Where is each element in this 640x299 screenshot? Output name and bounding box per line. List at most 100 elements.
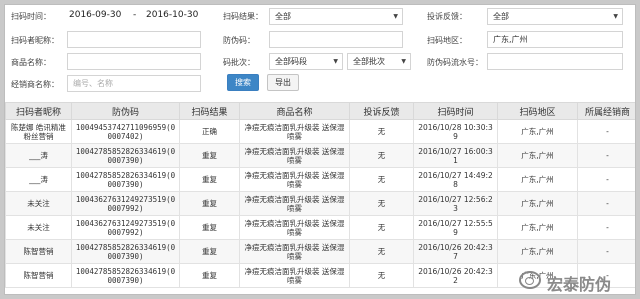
dealer-cell: - bbox=[577, 215, 635, 240]
product-cell: 净痘无痕洁面乳升级装 送保湿喷雾 bbox=[239, 143, 350, 168]
dealer-cell: - bbox=[577, 239, 635, 264]
time-cell: 2016/10/27 16:00:31 bbox=[413, 143, 498, 168]
region-cell: 广东,广州 bbox=[497, 167, 578, 192]
result-cell: 重复 bbox=[179, 143, 240, 168]
watermark-text: 宏泰防伪 bbox=[547, 275, 612, 294]
complaint-cell: 无 bbox=[349, 143, 414, 168]
complaint-cell: 无 bbox=[349, 119, 414, 144]
product-cell: 净痘无痕洁面乳升级装 送保湿喷雾 bbox=[239, 191, 350, 216]
region-cell: 广东,广州 bbox=[497, 119, 578, 144]
table-row[interactable]: 陈智营销 10042785852826334619(00007390) 重复 净… bbox=[5, 239, 635, 264]
region-cell: 广东,广州 bbox=[497, 239, 578, 264]
region-input[interactable]: 广东,广州 bbox=[487, 31, 623, 48]
complaint-cell: 无 bbox=[349, 215, 414, 240]
complaint-value: 全部 bbox=[493, 12, 509, 21]
scan-result-select[interactable]: 全部 ▼ bbox=[269, 8, 403, 25]
complaint-label: 投诉反馈： bbox=[427, 12, 467, 21]
time-cell: 2016/10/26 20:42:37 bbox=[413, 239, 498, 264]
complaint-cell: 无 bbox=[349, 191, 414, 216]
nickname-input[interactable] bbox=[67, 31, 201, 48]
table-row[interactable]: ___涛 10042785852826334619(00007390) 重复 净… bbox=[5, 143, 635, 168]
time-cell: 2016/10/27 12:55:59 bbox=[413, 215, 498, 240]
serial-label: 防伪码流水号： bbox=[427, 58, 483, 67]
table-row[interactable]: 未关注 10043627631249273519(00007992) 重复 净痘… bbox=[5, 215, 635, 240]
product-input[interactable] bbox=[67, 53, 201, 70]
nickname-cell: 未关注 bbox=[5, 191, 72, 216]
export-button[interactable]: 导出 bbox=[267, 74, 299, 91]
result-cell: 重复 bbox=[179, 263, 240, 288]
column-header[interactable]: 扫码地区 bbox=[497, 102, 578, 120]
anti-code-cell: 10043627631249273519(00007992) bbox=[71, 191, 180, 216]
anti-code-cell: 10042785852826334619(00007390) bbox=[71, 143, 180, 168]
anti-code-label: 防伪码： bbox=[223, 36, 255, 45]
dealer-label: 经销商名称： bbox=[11, 80, 59, 89]
column-header[interactable]: 商品名称 bbox=[239, 102, 350, 120]
result-cell: 重复 bbox=[179, 215, 240, 240]
result-cell: 重复 bbox=[179, 191, 240, 216]
serial-input[interactable] bbox=[487, 53, 623, 70]
result-cell: 重复 bbox=[179, 239, 240, 264]
results-table: 扫码者昵称 防伪码 扫码结果 商品名称 投诉反馈 扫码时间 扫码地区 所属经销商… bbox=[5, 102, 635, 288]
dropdown-arrow-icon: ▼ bbox=[401, 58, 406, 65]
table-row[interactable]: ___涛 10042785852826334619(00007390) 重复 净… bbox=[5, 167, 635, 192]
product-cell: 净痘无痕洁面乳升级装 送保湿喷雾 bbox=[239, 263, 350, 288]
column-header[interactable]: 所属经销商 bbox=[577, 102, 635, 120]
dropdown-arrow-icon: ▼ bbox=[393, 13, 398, 20]
product-cell: 净痘无痕洁面乳升级装 送保湿喷雾 bbox=[239, 119, 350, 144]
region-label: 扫码地区： bbox=[427, 36, 467, 45]
table-row[interactable]: 陈楚娜 皓讯精准粉丝营销 10049453742711096959(000074… bbox=[5, 119, 635, 144]
anti-code-cell: 10042785852826334619(00007390) bbox=[71, 239, 180, 264]
date-start-field[interactable]: 2016-09-30 bbox=[69, 10, 121, 20]
date-end-field[interactable]: 2016-10-30 bbox=[146, 10, 198, 20]
nickname-cell: ___涛 bbox=[5, 167, 72, 192]
dealer-cell: - bbox=[577, 143, 635, 168]
anti-code-cell: 10049453742711096959(00007402) bbox=[71, 119, 180, 144]
column-header[interactable]: 防伪码 bbox=[71, 102, 180, 120]
complaint-cell: 无 bbox=[349, 263, 414, 288]
time-cell: 2016/10/27 12:56:23 bbox=[413, 191, 498, 216]
column-header[interactable]: 投诉反馈 bbox=[349, 102, 414, 120]
time-cell: 2016/10/28 10:30:39 bbox=[413, 119, 498, 144]
watermark: 宏泰防伪 bbox=[517, 265, 635, 294]
result-cell: 重复 bbox=[179, 167, 240, 192]
anti-code-cell: 10042785852826334619(00007390) bbox=[71, 167, 180, 192]
column-header[interactable]: 扫码时间 bbox=[413, 102, 498, 120]
region-cell: 广东,广州 bbox=[497, 191, 578, 216]
batch-label: 码批次： bbox=[223, 58, 255, 67]
product-cell: 净痘无痕洁面乳升级装 送保湿喷雾 bbox=[239, 239, 350, 264]
dealer-cell: - bbox=[577, 119, 635, 144]
scan-time-label: 扫码时间： bbox=[11, 12, 51, 21]
anti-code-cell: 10042785852826334619(00007390) bbox=[71, 263, 180, 288]
region-cell: 广东,广州 bbox=[497, 143, 578, 168]
dealer-placeholder: 编号、名称 bbox=[73, 79, 113, 88]
nickname-label: 扫码者昵称： bbox=[11, 36, 59, 45]
scan-result-label: 扫码结果： bbox=[223, 12, 263, 21]
nickname-cell: ___涛 bbox=[5, 143, 72, 168]
dealer-cell: - bbox=[577, 167, 635, 192]
column-header[interactable]: 扫码结果 bbox=[179, 102, 240, 120]
scan-result-value: 全部 bbox=[275, 12, 291, 21]
dealer-cell: - bbox=[577, 191, 635, 216]
search-button[interactable]: 搜索 bbox=[227, 74, 259, 91]
time-cell: 2016/10/26 20:42:32 bbox=[413, 263, 498, 288]
product-cell: 净痘无痕洁面乳升级装 送保湿喷雾 bbox=[239, 215, 350, 240]
nickname-cell: 陈智营销 bbox=[5, 239, 72, 264]
region-value: 广东,广州 bbox=[493, 35, 528, 44]
table-row[interactable]: 未关注 10043627631249273519(00007992) 重复 净痘… bbox=[5, 191, 635, 216]
filter-form: 扫码时间： 2016-09-30 - 2016-10-30 扫码结果： 全部 ▼… bbox=[5, 5, 635, 99]
complaint-select[interactable]: 全部 ▼ bbox=[487, 8, 623, 25]
column-header[interactable]: 扫码者昵称 bbox=[5, 102, 72, 120]
dropdown-arrow-icon: ▼ bbox=[333, 58, 338, 65]
anti-code-input[interactable] bbox=[269, 31, 403, 48]
nickname-cell: 陈智营销 bbox=[5, 263, 72, 288]
table-header-row: 扫码者昵称 防伪码 扫码结果 商品名称 投诉反馈 扫码时间 扫码地区 所属经销商 bbox=[5, 102, 635, 120]
batch-select[interactable]: 全部批次 ▼ bbox=[347, 53, 411, 70]
product-cell: 净痘无痕洁面乳升级装 送保湿喷雾 bbox=[239, 167, 350, 192]
dealer-input[interactable]: 编号、名称 bbox=[67, 75, 201, 92]
wechat-logo-icon bbox=[519, 271, 541, 289]
complaint-cell: 无 bbox=[349, 239, 414, 264]
date-separator: - bbox=[133, 10, 137, 20]
batch-segment-select[interactable]: 全部码段 ▼ bbox=[269, 53, 343, 70]
time-cell: 2016/10/27 14:49:28 bbox=[413, 167, 498, 192]
screenshot-frame: 扫码时间： 2016-09-30 - 2016-10-30 扫码结果： 全部 ▼… bbox=[4, 4, 636, 295]
